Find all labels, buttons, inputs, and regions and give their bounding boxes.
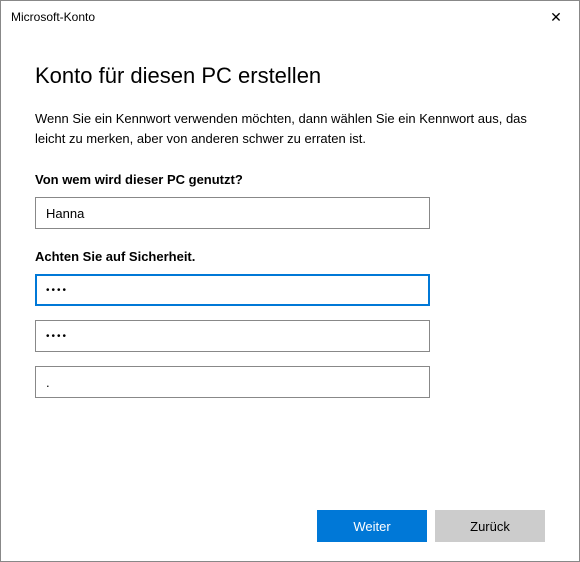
close-icon: ✕ <box>550 9 562 26</box>
footer-buttons: Weiter Zurück <box>1 491 579 561</box>
password-hint-input[interactable]: . <box>35 366 430 398</box>
password-section-label: Achten Sie auf Sicherheit. <box>35 249 545 264</box>
content-area: Konto für diesen PC erstellen Wenn Sie e… <box>1 33 579 491</box>
page-title: Konto für diesen PC erstellen <box>35 63 545 89</box>
username-field[interactable] <box>46 206 419 221</box>
window-frame: Microsoft-Konto ✕ Konto für diesen PC er… <box>0 0 580 562</box>
titlebar: Microsoft-Konto ✕ <box>1 1 579 33</box>
back-button[interactable]: Zurück <box>435 510 545 542</box>
password-input[interactable]: •••• <box>35 274 430 306</box>
window-title: Microsoft-Konto <box>11 10 95 24</box>
page-subtext: Wenn Sie ein Kennwort verwenden möchten,… <box>35 109 545 148</box>
password-confirm-input[interactable]: •••• <box>35 320 430 352</box>
close-button[interactable]: ✕ <box>533 1 579 33</box>
password-confirm-mask: •••• <box>46 331 68 342</box>
next-button[interactable]: Weiter <box>317 510 427 542</box>
hint-value: . <box>46 375 50 390</box>
password-mask: •••• <box>46 285 68 296</box>
username-input[interactable] <box>35 197 430 229</box>
username-label: Von wem wird dieser PC genutzt? <box>35 172 545 187</box>
